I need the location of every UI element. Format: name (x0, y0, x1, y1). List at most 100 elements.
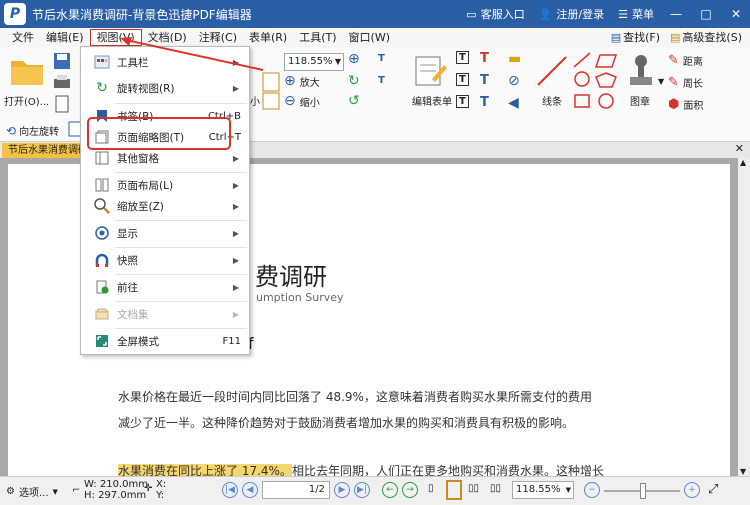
text-box-icon[interactable]: T (378, 75, 385, 86)
line-tool-icon[interactable] (534, 53, 570, 89)
open-button[interactable]: 打开(O)... (4, 55, 49, 108)
ruler-icon: ✎ (668, 53, 679, 68)
zoom-mag-icon[interactable]: ⊕ (348, 51, 360, 67)
annotation-arrow (120, 37, 264, 71)
submenu-arrow-icon: ▶ (232, 201, 239, 211)
measure-area-button[interactable]: ⬢ 面积 (668, 97, 703, 112)
zoom-to-icon (93, 198, 111, 214)
page-layout-icon (93, 177, 111, 193)
zoom-out-button[interactable]: ⊖ 缩小 (284, 93, 320, 109)
stamp-icon[interactable] (626, 51, 656, 91)
stamp-dropdown-icon[interactable]: ▼ (658, 77, 664, 86)
fit-icon[interactable]: ⤢ (708, 482, 718, 497)
previous-page-icon[interactable]: ◀ (242, 482, 258, 498)
back-icon[interactable]: ← (382, 482, 398, 498)
text-note-icon[interactable]: T (480, 73, 489, 88)
select-tool-icon[interactable] (262, 71, 280, 111)
menu-tools[interactable]: 工具(T) (293, 28, 342, 47)
rotate-ccw-icon[interactable]: ↺ (348, 93, 360, 109)
save-icon[interactable] (52, 51, 72, 71)
first-page-icon[interactable]: |◀ (222, 482, 238, 498)
status-bar: ⚙ 选项... ▼ ⌐ W: 210.0mm H: 297.0mm ✛ X: Y… (0, 476, 750, 505)
user-icon: 👤 (538, 7, 553, 21)
doc-subtitle: umption Survey (256, 291, 344, 304)
text-tool-icon[interactable]: T (378, 53, 385, 64)
menu-item-snapshot[interactable]: 快照 ▶ (81, 249, 249, 271)
rotate-left-button[interactable]: ⟲ 向左旋转 (6, 123, 59, 139)
paragraph-line: 水果价格在最近一段时间内同比回落了 48.9%，这意味着消费者购买水果所需支付的… (118, 390, 592, 404)
submenu-arrow-icon: ▶ (232, 153, 239, 163)
single-page-icon[interactable]: ▯ (428, 483, 434, 494)
main-menu-button[interactable]: ☰ 菜单 (618, 6, 654, 22)
zoom-slider-handle[interactable] (640, 483, 646, 499)
scroll-up-icon[interactable]: ▲ (740, 158, 746, 167)
menu-item-goto[interactable]: 前往 ▶ (81, 276, 249, 298)
two-page-icon[interactable]: ▯▯ (468, 483, 479, 494)
callout-icon[interactable]: T (480, 95, 489, 110)
zoom-in-icon[interactable]: + (684, 482, 700, 498)
cursor-x: X: (156, 479, 167, 490)
options-button[interactable]: ⚙ 选项... ▼ (6, 484, 58, 499)
gear-icon: ⚙ (6, 486, 15, 497)
chat-icon: ▭ (466, 7, 477, 21)
menu-item-zoom-to[interactable]: 缩放至(Z) ▶ (81, 195, 249, 217)
menu-file[interactable]: 文件 (6, 28, 40, 47)
page-size-icon: ⌐ (72, 485, 81, 496)
scroll-down-icon[interactable]: ▼ (740, 467, 746, 476)
sticky-note-icon[interactable]: ▬ (508, 51, 521, 67)
typewriter-icon[interactable]: T (480, 51, 489, 66)
maximize-button[interactable]: □ (698, 7, 714, 21)
zoom-select[interactable]: 118.55% ▼ (512, 481, 574, 499)
menu-item-page-layout[interactable]: 页面布局(L) ▶ (81, 174, 249, 196)
sound-icon[interactable]: ◀ (508, 95, 519, 111)
close-button[interactable]: ✕ (728, 7, 744, 21)
close-tab-icon[interactable]: ✕ (735, 142, 744, 155)
menu-edit[interactable]: 编辑(E) (40, 28, 90, 47)
shapes-icon[interactable] (572, 51, 622, 117)
submenu-arrow-icon: ▶ (232, 309, 239, 319)
measure-perimeter-button[interactable]: ✎ 周长 (668, 75, 703, 90)
view-menu-dropdown: 工具栏 ▶ ↻ 旋转视图(R) ▶ 书签(B) Ctrl+B 页面缩略图(T) … (80, 46, 250, 355)
two-page-continuous-icon[interactable]: ▯▯ (490, 483, 501, 494)
field-text-icon[interactable]: T (456, 51, 469, 64)
menu-item-fullscreen[interactable]: 全屏模式 F11 (81, 330, 249, 352)
toolbar-icon (93, 54, 111, 70)
forward-icon[interactable]: → (402, 482, 418, 498)
field-text3-icon[interactable]: T (456, 95, 469, 108)
submenu-arrow-icon: ▶ (232, 228, 239, 238)
login-button[interactable]: 👤 注册/登录 (539, 6, 604, 22)
minimize-button[interactable]: — (668, 7, 684, 21)
edit-form-icon[interactable] (412, 53, 448, 89)
menu-item-display[interactable]: 显示 ▶ (81, 222, 249, 244)
rotate-view-icon: ↻ (96, 80, 108, 96)
annotation-highlight-box (87, 117, 231, 150)
submenu-arrow-icon: ▶ (232, 282, 239, 292)
document-icon[interactable] (52, 95, 72, 113)
rotate-left-icon: ⟲ (6, 123, 17, 138)
fullscreen-icon (93, 333, 111, 349)
menu-item-other-panes[interactable]: 其他窗格 ▶ (81, 147, 249, 169)
last-page-icon[interactable]: ▶| (354, 482, 370, 498)
menu-separator (115, 172, 247, 173)
vertical-scrollbar[interactable]: ▲ ▼ (738, 158, 750, 476)
doc-title: 费调研 (255, 263, 327, 291)
menu-item-rotate-view[interactable]: ↻ 旋转视图(R) ▶ (81, 77, 249, 99)
field-text2-icon[interactable]: T (456, 73, 469, 86)
zoom-out-icon[interactable]: − (584, 482, 600, 498)
next-page-icon[interactable]: ▶ (334, 482, 350, 498)
continuous-page-icon[interactable] (446, 480, 462, 500)
print-icon[interactable] (52, 73, 72, 91)
zoom-level-select[interactable]: 118.55% ▼ (284, 53, 344, 71)
page-number-input[interactable]: 1/2 (262, 481, 330, 499)
snapshot-icon (93, 252, 111, 268)
rotate-cw-icon[interactable]: ↻ (348, 73, 360, 89)
menu-window[interactable]: 窗口(W) (343, 28, 396, 47)
customer-service-button[interactable]: ▭ 客服入口 (466, 6, 524, 22)
title-bar: P 节后水果消费调研-背景色迅捷PDF编辑器 ▭ 客服入口 👤 注册/登录 ☰ … (0, 0, 750, 28)
menu-separator (115, 274, 247, 275)
attachment-icon[interactable]: ⊘ (508, 73, 520, 89)
find-button[interactable]: ▤ 查找(F) (611, 29, 660, 45)
zoom-in-button[interactable]: ⊕ 放大 (284, 73, 320, 89)
advanced-find-button[interactable]: ▤ 高级查找(S) (670, 29, 742, 45)
measure-distance-button[interactable]: ✎ 距离 (668, 53, 703, 68)
